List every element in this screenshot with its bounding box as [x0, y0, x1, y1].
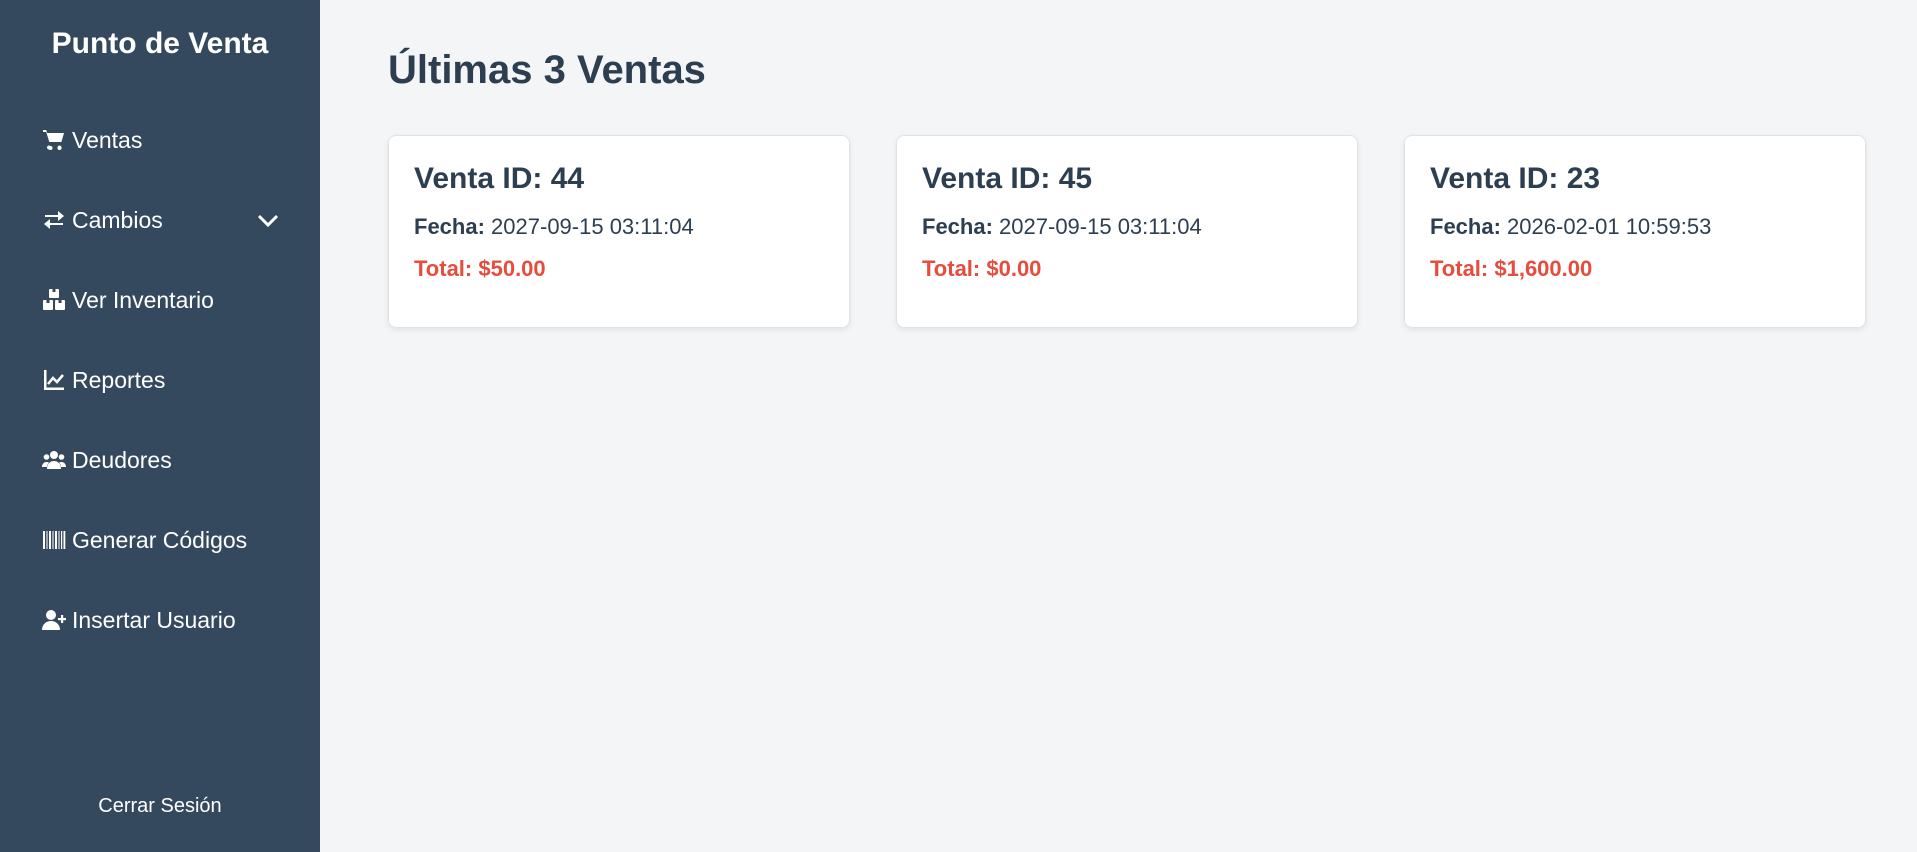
sale-card: Venta ID: 23 Fecha: 2026-02-01 10:59:53 … — [1404, 135, 1866, 328]
sidebar-item-label: Reportes — [72, 366, 166, 393]
exchange-arrows-icon — [42, 207, 68, 233]
sale-id: Venta ID: 44 — [414, 162, 585, 195]
sale-total: Total: $0.00 — [922, 256, 1042, 281]
app-brand: Punto de Venta — [51, 27, 269, 60]
sidebar-item-insertar-usuario[interactable]: Insertar Usuario — [0, 580, 320, 660]
sale-date-label: Fecha: — [922, 214, 993, 239]
sale-card: Venta ID: 44 Fecha: 2027-09-15 03:11:04 … — [388, 135, 850, 328]
sale-date: Fecha: 2027-09-15 03:11:04 — [414, 214, 824, 240]
sale-date-label: Fecha: — [414, 214, 485, 239]
sidebar-item-generar-codigos[interactable]: Generar Códigos — [0, 500, 320, 580]
sidebar-item-deudores[interactable]: Deudores — [0, 420, 320, 500]
chevron-down-icon[interactable] — [256, 210, 280, 230]
main-content: Últimas 3 Ventas Venta ID: 44 Fecha: 202… — [320, 0, 1917, 852]
sale-date: Fecha: 2027-09-15 03:11:04 — [922, 214, 1332, 240]
sale-date-label: Fecha: — [1430, 214, 1501, 239]
sale-date: Fecha: 2026-02-01 10:59:53 — [1430, 214, 1840, 240]
sale-date-value: 2027-09-15 03:11:04 — [999, 214, 1202, 239]
logout-button[interactable]: Cerrar Sesión — [0, 795, 320, 818]
sidebar: Punto de Venta Ventas Cambios Ver Invent… — [0, 0, 320, 852]
sale-date-value: 2027-09-15 03:11:04 — [491, 214, 694, 239]
sidebar-item-label: Deudores — [72, 446, 172, 473]
sidebar-item-label: Ver Inventario — [72, 286, 214, 313]
barcode-icon — [42, 527, 68, 553]
page-title: Últimas 3 Ventas — [388, 48, 706, 92]
sale-id: Venta ID: 23 — [1430, 162, 1601, 195]
sidebar-item-label: Insertar Usuario — [72, 606, 236, 633]
users-icon — [42, 447, 68, 473]
sale-id: Venta ID: 45 — [922, 162, 1093, 195]
user-plus-icon — [42, 607, 68, 633]
sidebar-nav: Ventas Cambios Ver Inventario Reportes D… — [0, 100, 320, 660]
sidebar-item-reportes[interactable]: Reportes — [0, 340, 320, 420]
sidebar-item-label: Generar Códigos — [72, 526, 248, 553]
sidebar-item-ver-inventario[interactable]: Ver Inventario — [0, 260, 320, 340]
sale-date-value: 2026-02-01 10:59:53 — [1507, 214, 1712, 239]
boxes-icon — [42, 287, 68, 313]
sale-total: Total: $50.00 — [414, 256, 546, 281]
line-chart-icon — [42, 367, 68, 393]
sidebar-item-ventas[interactable]: Ventas — [0, 100, 320, 180]
sidebar-item-cambios[interactable]: Cambios — [0, 180, 320, 260]
sidebar-item-label: Ventas — [72, 126, 143, 153]
shopping-cart-icon — [42, 127, 68, 153]
sale-card: Venta ID: 45 Fecha: 2027-09-15 03:11:04 … — [896, 135, 1358, 328]
sale-total: Total: $1,600.00 — [1430, 256, 1593, 281]
sales-cards: Venta ID: 44 Fecha: 2027-09-15 03:11:04 … — [388, 135, 1866, 328]
sidebar-item-label: Cambios — [72, 206, 163, 233]
